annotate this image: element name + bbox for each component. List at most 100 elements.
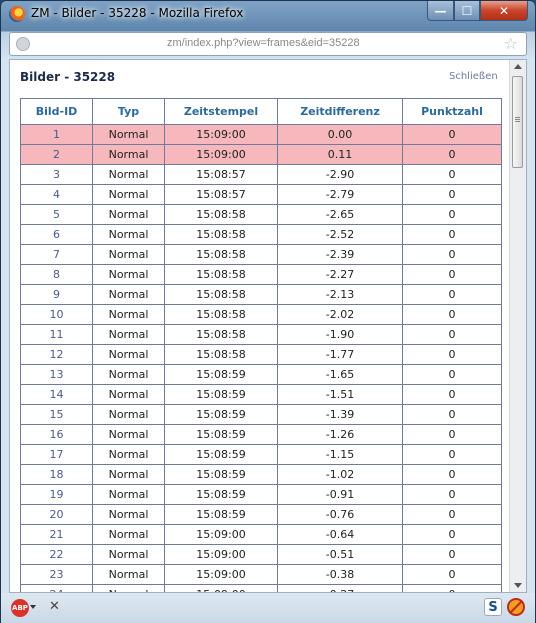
table-row[interactable]: 22 Normal 15:09:00 -0.51 0 bbox=[20, 544, 502, 565]
cell-zeitstempel: 15:08:58 bbox=[164, 264, 278, 285]
table-row[interactable]: 7 Normal 15:08:58 -2.39 0 bbox=[20, 244, 502, 265]
status-close-icon[interactable]: ✕ bbox=[49, 599, 60, 614]
scroll-down-arrow-icon[interactable] bbox=[514, 583, 522, 588]
cell-typ: Normal bbox=[92, 264, 165, 285]
cell-zeitdifferenz: -1.77 bbox=[277, 344, 403, 365]
cell-bild-id[interactable]: 18 bbox=[20, 464, 93, 485]
table-row[interactable]: 17 Normal 15:08:59 -1.15 0 bbox=[20, 444, 502, 465]
table-row[interactable]: 16 Normal 15:08:59 -1.26 0 bbox=[20, 424, 502, 445]
cell-punktzahl: 0 bbox=[402, 144, 502, 165]
cell-zeitstempel: 15:08:58 bbox=[164, 344, 278, 365]
cell-bild-id[interactable]: 12 bbox=[20, 344, 93, 365]
table-row[interactable]: 8 Normal 15:08:58 -2.27 0 bbox=[20, 264, 502, 285]
column-header-bild-id[interactable]: Bild-ID bbox=[20, 98, 93, 125]
cell-punktzahl: 0 bbox=[402, 564, 502, 585]
cell-zeitstempel: 15:08:57 bbox=[164, 184, 278, 205]
cell-bild-id[interactable]: 1 bbox=[20, 124, 93, 145]
cell-bild-id[interactable]: 21 bbox=[20, 524, 93, 545]
s-addon-icon[interactable]: S bbox=[484, 598, 502, 616]
table-row[interactable]: 9 Normal 15:08:58 -2.13 0 bbox=[20, 284, 502, 305]
column-header-punktzahl[interactable]: Punktzahl bbox=[402, 98, 502, 125]
cell-bild-id[interactable]: 4 bbox=[20, 184, 93, 205]
cell-zeitdifferenz: -0.91 bbox=[277, 484, 403, 505]
table-row[interactable]: 23 Normal 15:09:00 -0.38 0 bbox=[20, 564, 502, 585]
minimize-button[interactable]: — bbox=[427, 1, 454, 21]
page-content: Bilder - 35228 Schließen Bild-ID Typ Zei… bbox=[9, 59, 527, 593]
cell-punktzahl: 0 bbox=[402, 264, 502, 285]
table-row[interactable]: 21 Normal 15:09:00 -0.64 0 bbox=[20, 524, 502, 545]
table-row[interactable]: 14 Normal 15:08:59 -1.51 0 bbox=[20, 384, 502, 405]
scrollbar-thumb[interactable] bbox=[512, 76, 523, 168]
cell-bild-id[interactable]: 9 bbox=[20, 284, 93, 305]
cell-bild-id[interactable]: 3 bbox=[20, 164, 93, 185]
site-identity-icon[interactable] bbox=[16, 37, 30, 51]
cell-bild-id[interactable]: 5 bbox=[20, 204, 93, 225]
cell-bild-id[interactable]: 10 bbox=[20, 304, 93, 325]
table-row[interactable]: 2 Normal 15:09:00 0.11 0 bbox=[20, 144, 502, 165]
cell-bild-id[interactable]: 24 bbox=[20, 584, 93, 592]
cell-zeitstempel: 15:09:00 bbox=[164, 524, 278, 545]
close-window-button[interactable]: ✕ bbox=[480, 1, 528, 21]
cell-bild-id[interactable]: 13 bbox=[20, 364, 93, 385]
table-row[interactable]: 1 Normal 15:09:00 0.00 0 bbox=[20, 124, 502, 145]
cell-typ: Normal bbox=[92, 244, 165, 265]
cell-zeitdifferenz: -2.02 bbox=[277, 304, 403, 325]
cell-zeitstempel: 15:09:00 bbox=[164, 564, 278, 585]
cell-bild-id[interactable]: 7 bbox=[20, 244, 93, 265]
address-bar[interactable]: zm/index.php?view=frames&eid=35228 ☆ bbox=[9, 32, 527, 56]
cell-bild-id[interactable]: 6 bbox=[20, 224, 93, 245]
cell-bild-id[interactable]: 20 bbox=[20, 504, 93, 525]
noscript-icon[interactable] bbox=[507, 598, 525, 616]
cell-zeitdifferenz: -1.02 bbox=[277, 464, 403, 485]
column-header-typ[interactable]: Typ bbox=[92, 98, 165, 125]
bookmark-star-icon[interactable]: ☆ bbox=[504, 34, 518, 53]
cell-bild-id[interactable]: 22 bbox=[20, 544, 93, 565]
cell-bild-id[interactable]: 19 bbox=[20, 484, 93, 505]
table-row[interactable]: 13 Normal 15:08:59 -1.65 0 bbox=[20, 364, 502, 385]
cell-bild-id[interactable]: 8 bbox=[20, 264, 93, 285]
table-row[interactable]: 3 Normal 15:08:57 -2.90 0 bbox=[20, 164, 502, 185]
cell-typ: Normal bbox=[92, 464, 165, 485]
cell-typ: Normal bbox=[92, 404, 165, 425]
cell-typ: Normal bbox=[92, 424, 165, 445]
cell-zeitdifferenz: -1.39 bbox=[277, 404, 403, 425]
table-row[interactable]: 10 Normal 15:08:58 -2.02 0 bbox=[20, 304, 502, 325]
cell-bild-id[interactable]: 16 bbox=[20, 424, 93, 445]
cell-bild-id[interactable]: 15 bbox=[20, 404, 93, 425]
table-row[interactable]: 11 Normal 15:08:58 -1.90 0 bbox=[20, 324, 502, 345]
table-row[interactable]: 4 Normal 15:08:57 -2.79 0 bbox=[20, 184, 502, 205]
cell-typ: Normal bbox=[92, 504, 165, 525]
cell-bild-id[interactable]: 11 bbox=[20, 324, 93, 345]
adblock-icon[interactable]: ABP bbox=[11, 599, 29, 617]
url-text[interactable]: zm/index.php?view=frames&eid=35228 bbox=[167, 37, 360, 49]
title-bar[interactable]: ZM - Bilder - 35228 - Mozilla Firefox — … bbox=[1, 1, 535, 31]
adblock-dropdown-icon[interactable] bbox=[30, 605, 36, 609]
table-row[interactable]: 15 Normal 15:08:59 -1.39 0 bbox=[20, 404, 502, 425]
maximize-button[interactable]: ☐ bbox=[454, 1, 480, 21]
table-row[interactable]: 24Normal15:09:00-0.270 bbox=[20, 584, 502, 592]
cell-bild-id[interactable]: 23 bbox=[20, 564, 93, 585]
close-link[interactable]: Schließen bbox=[449, 71, 498, 82]
cell-typ: Normal bbox=[92, 124, 165, 145]
table-row[interactable]: 20 Normal 15:08:59 -0.76 0 bbox=[20, 504, 502, 525]
cell-typ: Normal bbox=[92, 284, 165, 305]
cell-zeitstempel: 15:08:58 bbox=[164, 204, 278, 225]
cell-bild-id[interactable]: 2 bbox=[20, 144, 93, 165]
scroll-up-arrow-icon[interactable] bbox=[514, 64, 522, 69]
table-row[interactable]: 6 Normal 15:08:58 -2.52 0 bbox=[20, 224, 502, 245]
table-row[interactable]: 5 Normal 15:08:58 -2.65 0 bbox=[20, 204, 502, 225]
cell-typ: Normal bbox=[92, 584, 165, 592]
cell-punktzahl: 0 bbox=[402, 304, 502, 325]
column-header-zeitdifferenz[interactable]: Zeitdifferenz bbox=[277, 98, 403, 125]
cell-punktzahl: 0 bbox=[402, 484, 502, 505]
cell-bild-id[interactable]: 14 bbox=[20, 384, 93, 405]
cell-bild-id[interactable]: 17 bbox=[20, 444, 93, 465]
cell-zeitdifferenz: 0.00 bbox=[277, 124, 403, 145]
table-row[interactable]: 18 Normal 15:08:59 -1.02 0 bbox=[20, 464, 502, 485]
table-row[interactable]: 19 Normal 15:08:59 -0.91 0 bbox=[20, 484, 502, 505]
cell-typ: Normal bbox=[92, 144, 165, 165]
cell-zeitstempel: 15:09:00 bbox=[164, 124, 278, 145]
table-row[interactable]: 12 Normal 15:08:58 -1.77 0 bbox=[20, 344, 502, 365]
vertical-scrollbar[interactable] bbox=[509, 60, 526, 592]
column-header-zeitstempel[interactable]: Zeitstempel bbox=[164, 98, 278, 125]
